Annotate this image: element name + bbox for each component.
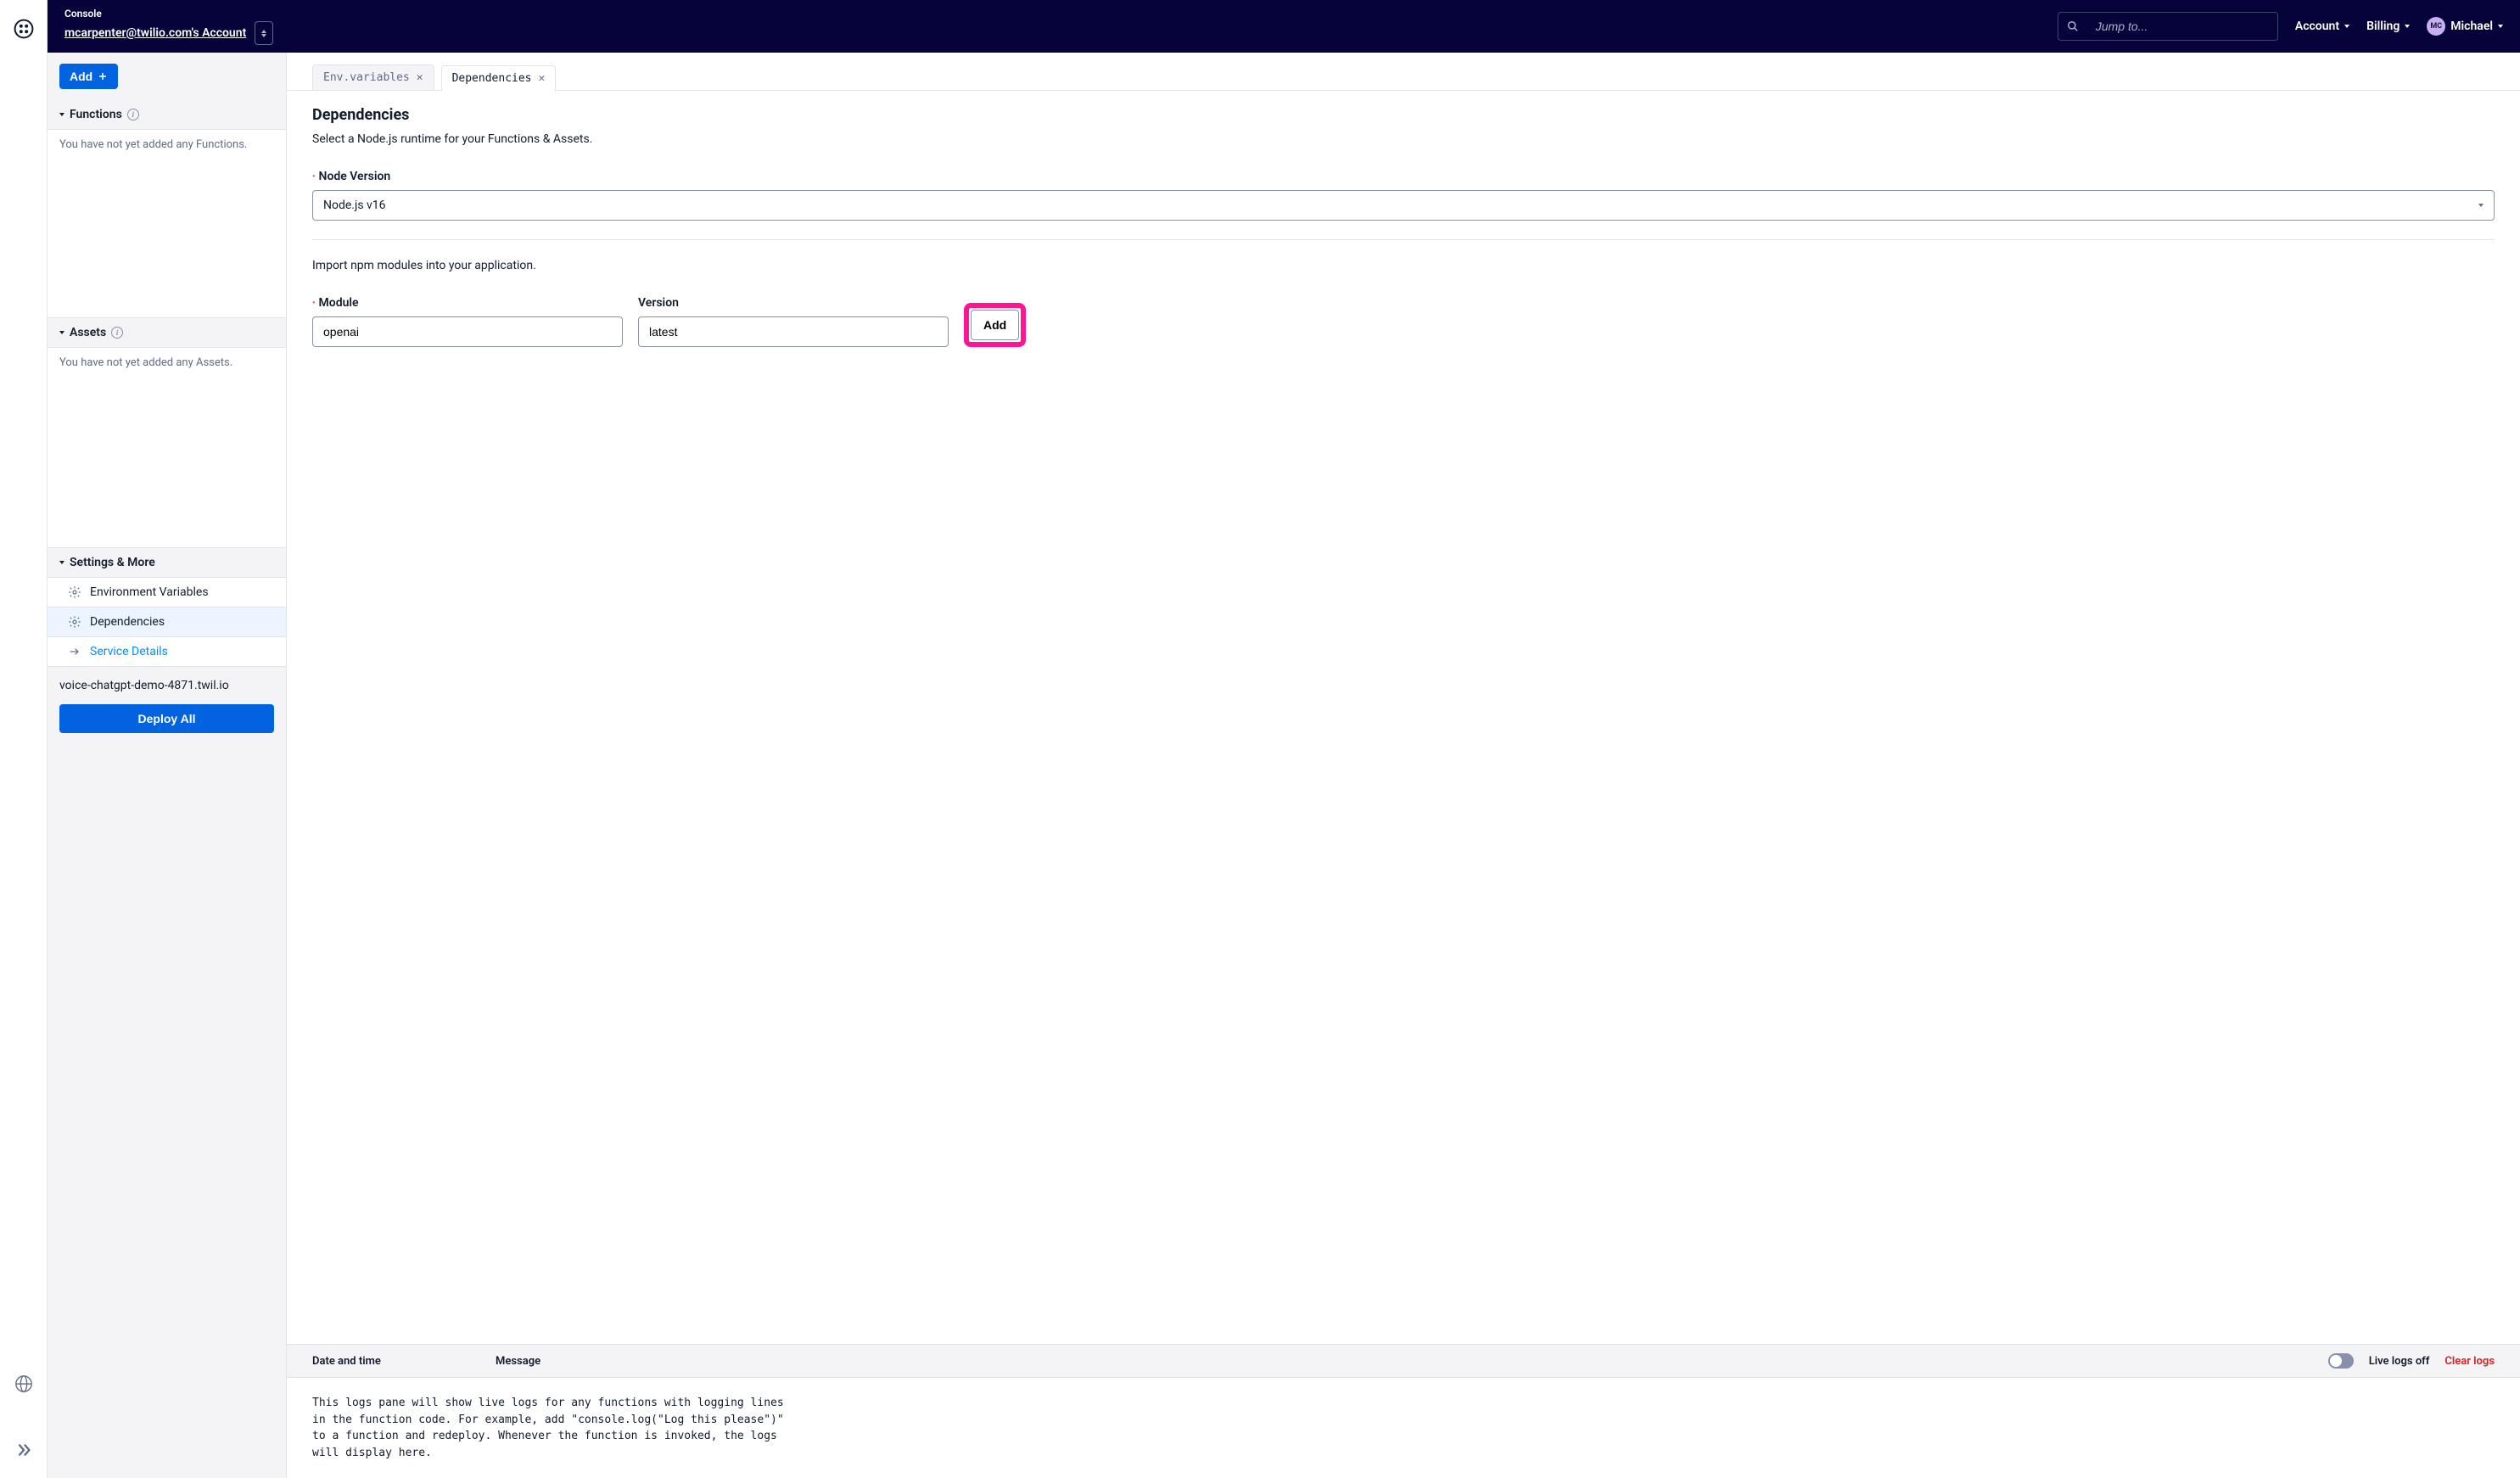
gear-icon [68, 585, 81, 599]
account-link[interactable]: mcarpenter@twilio.com's Account [64, 26, 246, 40]
add-button-label: Add [70, 70, 92, 83]
avatar: MC [2427, 17, 2445, 36]
assets-empty-text: You have not yet added any Assets. [48, 348, 286, 548]
caret-down-icon [59, 331, 64, 334]
caret-down-icon [59, 561, 64, 564]
logs-col-message: Message [496, 1355, 2328, 1368]
caret-down-icon [59, 113, 64, 116]
add-module-button[interactable]: Add [971, 310, 1019, 340]
gear-icon [68, 615, 81, 629]
nav-billing[interactable]: Billing [2366, 20, 2410, 33]
tab-deps-label: Dependencies [452, 72, 532, 85]
logs-col-date: Date and time [312, 1355, 496, 1368]
settings-title: Settings & More [70, 556, 155, 569]
module-input[interactable] [312, 316, 623, 347]
env-vars-label: Environment Variables [90, 585, 209, 599]
clear-logs-button[interactable]: Clear logs [2444, 1355, 2495, 1368]
expand-icon[interactable] [14, 1441, 33, 1459]
node-version-select[interactable]: Node.js v16 [312, 190, 2495, 221]
close-icon[interactable]: ✕ [539, 72, 546, 85]
functions-section-header[interactable]: Functions i [48, 100, 286, 130]
logs-body-text: This logs pane will show live logs for a… [287, 1378, 813, 1478]
highlight-annotation: Add [964, 303, 1026, 347]
sidebar: Add Functions i You have not yet added a… [48, 53, 287, 1478]
plus-icon [98, 71, 108, 81]
divider [312, 239, 2495, 240]
nav-account[interactable]: Account [2295, 20, 2349, 33]
node-version-label: Node Version [312, 170, 2495, 183]
arrow-right-icon [68, 645, 81, 658]
chevron-down-icon [2405, 25, 2410, 28]
user-name-label: Michael [2450, 20, 2493, 33]
sidebar-item-env-vars[interactable]: Environment Variables [48, 578, 286, 607]
console-label: Console [64, 8, 273, 20]
tab-dependencies[interactable]: Dependencies ✕ [441, 65, 557, 91]
add-button[interactable]: Add [59, 64, 118, 89]
tab-env-variables[interactable]: Env.variables ✕ [312, 64, 434, 90]
updown-icon [261, 30, 266, 37]
service-details-label: Service Details [90, 645, 168, 658]
dependencies-label: Dependencies [90, 615, 165, 629]
import-text: Import npm modules into your application… [312, 259, 2495, 272]
live-logs-toggle[interactable] [2328, 1353, 2354, 1369]
dependencies-panel: Dependencies Select a Node.js runtime fo… [287, 91, 2520, 1344]
functions-empty-text: You have not yet added any Functions. [48, 130, 286, 318]
chevron-down-icon [2344, 25, 2349, 28]
functions-title: Functions [70, 108, 122, 121]
nav-billing-label: Billing [2366, 20, 2400, 33]
logs-pane: Date and time Message Live logs off Clea… [287, 1344, 2520, 1478]
panel-title: Dependencies [312, 106, 2495, 124]
account-switcher[interactable] [255, 21, 273, 45]
twilio-logo-icon [14, 19, 34, 39]
info-icon[interactable]: i [111, 327, 123, 339]
search-box[interactable] [2058, 12, 2278, 41]
deploy-all-button[interactable]: Deploy All [59, 704, 274, 733]
live-logs-label: Live logs off [2369, 1355, 2430, 1368]
service-url: voice-chatgpt-demo-4871.twil.io [59, 679, 274, 692]
sidebar-item-dependencies[interactable]: Dependencies [48, 607, 286, 637]
version-input[interactable] [638, 316, 949, 347]
info-icon[interactable]: i [127, 109, 139, 120]
version-label: Version [638, 296, 949, 310]
chevron-down-icon [2498, 25, 2503, 28]
chevron-down-icon [2478, 204, 2484, 207]
globe-icon[interactable] [14, 1374, 33, 1393]
module-label: Module [312, 296, 623, 310]
assets-title: Assets [70, 326, 106, 339]
assets-section-header[interactable]: Assets i [48, 318, 286, 348]
header: Console mcarpenter@twilio.com's Account … [48, 0, 2520, 53]
panel-subtitle: Select a Node.js runtime for your Functi… [312, 132, 2495, 146]
tab-env-label: Env.variables [323, 71, 410, 84]
tabs: Env.variables ✕ Dependencies ✕ [287, 53, 2520, 91]
sidebar-item-service-details[interactable]: Service Details [48, 637, 286, 667]
nav-account-label: Account [2295, 20, 2339, 33]
settings-section-header[interactable]: Settings & More [48, 548, 286, 578]
node-version-value: Node.js v16 [323, 199, 386, 212]
nav-user[interactable]: MC Michael [2427, 17, 2503, 36]
close-icon[interactable]: ✕ [417, 71, 423, 84]
search-icon [2058, 13, 2087, 40]
search-input[interactable] [2087, 13, 2277, 40]
left-rail [0, 0, 48, 1478]
